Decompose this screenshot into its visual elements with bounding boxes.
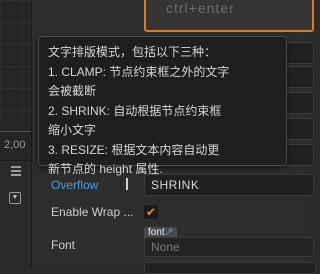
scene-view[interactable]: 2,00 ▼	[0, 0, 31, 268]
axis-tick-label: 2,00	[4, 139, 26, 151]
tooltip-line: 3. RESIZE: 根据文本内容自动更	[48, 142, 220, 157]
tooltip-line: 1. CLAMP: 节点约束框之外的文字	[48, 64, 230, 79]
string-preview-field[interactable]: ctrl+enter	[144, 0, 314, 32]
hamburger-menu-icon[interactable]	[11, 166, 21, 178]
x-axis-line	[0, 131, 31, 132]
tooltip-line: 2. SHRINK: 自动根据节点约束框	[48, 103, 222, 118]
overflow-label[interactable]: Overflow	[51, 178, 98, 192]
tooltip-line: 文字排版模式，包括以下三种：	[48, 45, 217, 59]
enable-wrap-label: Enable Wrap ...	[51, 205, 134, 219]
property-field[interactable]	[144, 262, 316, 274]
scene-grid	[0, 0, 31, 118]
label-divider	[126, 178, 128, 190]
dropdown-box-icon[interactable]: ▼	[9, 192, 21, 204]
tooltip-line: 新节点的 height 属性.	[48, 162, 163, 176]
font-asset-value[interactable]: None	[144, 237, 314, 257]
enable-wrap-checkbox[interactable]: ✔	[144, 205, 158, 219]
tooltip-line: 会被截断	[48, 84, 97, 98]
font-asset-field[interactable]: font↗ None	[144, 227, 314, 260]
preview-text: ctrl+enter	[166, 0, 235, 16]
font-label: Font	[51, 238, 76, 252]
tooltip-line: 缩小文字	[48, 123, 97, 137]
overflow-tooltip: 文字排版模式，包括以下三种： 1. CLAMP: 节点约束框之外的文字 会被截断…	[38, 36, 287, 176]
